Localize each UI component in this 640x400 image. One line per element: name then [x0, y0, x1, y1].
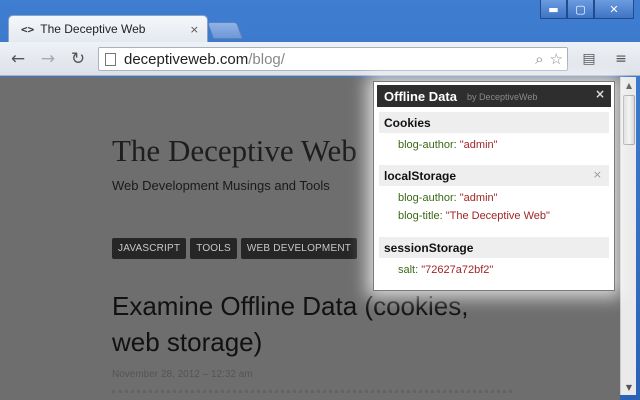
- section-title: Cookies: [384, 115, 431, 130]
- section-cookies: Cookies: [379, 112, 609, 133]
- tag-web-development[interactable]: WEB DEVELOPMENT: [240, 238, 358, 259]
- section-clear-icon[interactable]: ×: [593, 168, 602, 181]
- address-bar[interactable]: deceptiveweb.com/blog/ ⌕ ☆: [98, 47, 568, 71]
- extension-icon[interactable]: ▤: [578, 48, 600, 70]
- tag-list: JAVASCRIPT TOOLS WEB DEVELOPMENT: [112, 238, 361, 259]
- tag-tools[interactable]: TOOLS: [190, 238, 237, 259]
- offline-data-popup: Offline Data by DeceptiveWeb × Cookies b…: [373, 81, 615, 291]
- minimize-button[interactable]: ▬: [540, 0, 567, 19]
- menu-icon[interactable]: ≡: [610, 48, 632, 70]
- list-item: blog-title: "The Deceptive Web": [398, 210, 550, 222]
- post-date: November 28, 2012 – 12:32 am: [112, 369, 253, 380]
- site-tagline: Web Development Musings and Tools: [112, 178, 330, 193]
- url-path: /blog/: [248, 50, 285, 68]
- back-button[interactable]: ←: [6, 47, 30, 71]
- popup-header: Offline Data by DeceptiveWeb ×: [377, 85, 611, 107]
- popup-title: Offline Data: [384, 88, 457, 104]
- popup-close-icon[interactable]: ×: [595, 87, 605, 101]
- vertical-scrollbar[interactable]: ▲ ▼: [620, 77, 636, 395]
- close-window-button[interactable]: ✕: [594, 0, 634, 19]
- post-excerpt: [112, 390, 512, 400]
- tab-close-icon[interactable]: ×: [190, 23, 199, 36]
- bookmark-star-icon[interactable]: ☆: [550, 50, 563, 68]
- section-localstorage: localStorage ×: [379, 165, 609, 186]
- list-item: blog-author: "admin": [398, 139, 498, 151]
- item-value: "admin": [459, 192, 498, 204]
- popup-byline: by DeceptiveWeb: [466, 92, 538, 102]
- tag-javascript[interactable]: JAVASCRIPT: [112, 238, 187, 259]
- search-icon[interactable]: ⌕: [535, 50, 543, 68]
- item-value: "The Deceptive Web": [445, 210, 550, 222]
- tab-active[interactable]: <> The Deceptive Web ×: [8, 15, 208, 42]
- tab-title: The Deceptive Web: [40, 22, 146, 36]
- scroll-up-arrow-icon[interactable]: ▲: [621, 77, 637, 93]
- list-item: blog-author: "admin": [398, 192, 498, 204]
- item-value: "72627a72bf2": [421, 264, 494, 276]
- section-sessionstorage: sessionStorage: [379, 237, 609, 258]
- item-value: "admin": [459, 139, 498, 151]
- section-title: localStorage: [384, 168, 457, 183]
- reload-button[interactable]: ↻: [66, 47, 90, 71]
- window-controls: ▬ ▢ ✕: [540, 0, 634, 19]
- forward-button[interactable]: →: [36, 47, 60, 71]
- browser-window: ▬ ▢ ✕ <> The Deceptive Web × ← → ↻ decep…: [0, 0, 640, 400]
- site-title[interactable]: The Deceptive Web: [112, 133, 357, 169]
- item-key: blog-title:: [398, 210, 443, 222]
- list-item: salt: "72627a72bf2": [398, 264, 493, 276]
- new-tab-button[interactable]: [206, 22, 244, 39]
- scroll-down-arrow-icon[interactable]: ▼: [621, 379, 637, 395]
- code-icon: <>: [21, 22, 35, 36]
- item-key: blog-author:: [398, 192, 457, 204]
- browser-toolbar: ← → ↻ deceptiveweb.com/blog/ ⌕ ☆ ▤ ≡: [0, 42, 640, 76]
- section-title: sessionStorage: [384, 240, 474, 255]
- page-icon: [105, 52, 116, 66]
- item-key: salt:: [398, 264, 419, 276]
- item-key: blog-author:: [398, 139, 457, 151]
- scrollbar-thumb[interactable]: [623, 95, 635, 145]
- url-host: deceptiveweb.com: [124, 50, 249, 68]
- maximize-button[interactable]: ▢: [567, 0, 594, 19]
- post-title[interactable]: Examine Offline Data (cookies, web stora…: [112, 288, 492, 360]
